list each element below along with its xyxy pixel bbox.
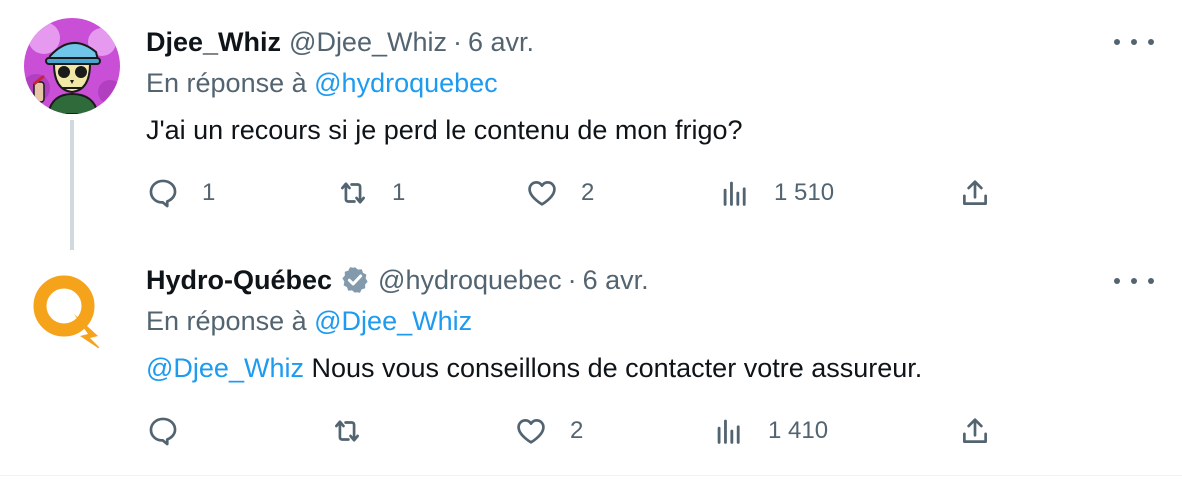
- share-icon: [963, 180, 987, 205]
- reply-button[interactable]: 1: [146, 176, 215, 210]
- like-button[interactable]: 2: [514, 414, 583, 448]
- more-options-icon[interactable]: [1114, 271, 1154, 291]
- retweet-icon: [341, 182, 365, 204]
- timestamp[interactable]: 6 avr.: [468, 27, 534, 58]
- tweet-content: Hydro-Québec @hydroquebec · 6 avr. En ré…: [146, 262, 1122, 386]
- share-button[interactable]: [958, 414, 992, 448]
- tweet-text-body: Nous vous conseillons de contacter votre…: [303, 353, 923, 383]
- display-name[interactable]: Hydro-Québec: [146, 265, 332, 296]
- cartoon-skull-avatar-icon: [24, 18, 120, 114]
- separator-dot: ·: [567, 264, 577, 295]
- user-handle[interactable]: @hydroquebec: [378, 265, 562, 296]
- reply-icon: [149, 179, 177, 208]
- reply-to-mention[interactable]: @Djee_Whiz: [314, 306, 472, 336]
- retweet-count: 1: [392, 179, 406, 206]
- views-button[interactable]: 1 510: [718, 176, 834, 210]
- reply-icon: [149, 417, 177, 446]
- reply-count: 1: [202, 179, 216, 206]
- analytics-bars-icon: [717, 419, 740, 444]
- thread-connector-line: [70, 120, 74, 250]
- timestamp[interactable]: 6 avr.: [583, 265, 649, 296]
- retweet-button[interactable]: 1: [336, 176, 405, 210]
- like-count: 2: [581, 179, 595, 206]
- more-options-icon[interactable]: [1114, 32, 1154, 52]
- tweet-header: Djee_Whiz @Djee_Whiz · 6 avr.: [146, 24, 1122, 60]
- views-count: 1 510: [774, 179, 835, 206]
- reply-prefix: En réponse à: [146, 306, 307, 336]
- tweet-header: Hydro-Québec @hydroquebec · 6 avr.: [146, 262, 1122, 298]
- reply-context: En réponse à @hydroquebec: [146, 68, 1122, 104]
- bottom-divider: [0, 475, 1182, 476]
- tweet-content: Djee_Whiz @Djee_Whiz · 6 avr. En réponse…: [146, 24, 1122, 148]
- reply-context: En réponse à @Djee_Whiz: [146, 306, 1122, 342]
- reply-to-mention[interactable]: @hydroquebec: [314, 68, 498, 98]
- reply-button[interactable]: [146, 414, 202, 448]
- views-button[interactable]: 1 410: [712, 414, 828, 448]
- heart-icon: [517, 419, 545, 444]
- like-count: 2: [570, 417, 584, 444]
- separator-dot: ·: [452, 26, 462, 57]
- tweet-text-body: J'ai un recours si je perd le contenu de…: [146, 115, 743, 145]
- analytics-bars-icon: [723, 181, 746, 206]
- like-button[interactable]: 2: [525, 176, 594, 210]
- tweet-text: @Djee_Whiz Nous vous conseillons de cont…: [146, 350, 1122, 386]
- user-handle[interactable]: @Djee_Whiz: [289, 27, 447, 58]
- tweet-1[interactable]: Djee_Whiz @Djee_Whiz · 6 avr. En réponse…: [0, 0, 1182, 250]
- share-icon: [963, 418, 987, 443]
- share-button[interactable]: [958, 176, 992, 210]
- avatar-hydro-quebec[interactable]: [24, 260, 120, 356]
- views-count: 1 410: [768, 417, 829, 444]
- avatar-djee-whiz[interactable]: [24, 18, 120, 114]
- tweet-2[interactable]: Hydro-Québec @hydroquebec · 6 avr. En ré…: [0, 240, 1182, 476]
- verified-badge-icon[interactable]: [340, 265, 370, 295]
- tweet-text: J'ai un recours si je perd le contenu de…: [146, 112, 1122, 148]
- retweet-button[interactable]: [330, 414, 386, 448]
- hydro-quebec-logo-icon: [24, 260, 120, 356]
- heart-icon: [528, 181, 556, 206]
- display-name[interactable]: Djee_Whiz: [146, 27, 281, 58]
- reply-prefix: En réponse à: [146, 68, 307, 98]
- inline-mention[interactable]: @Djee_Whiz: [146, 353, 304, 383]
- retweet-icon: [335, 420, 359, 442]
